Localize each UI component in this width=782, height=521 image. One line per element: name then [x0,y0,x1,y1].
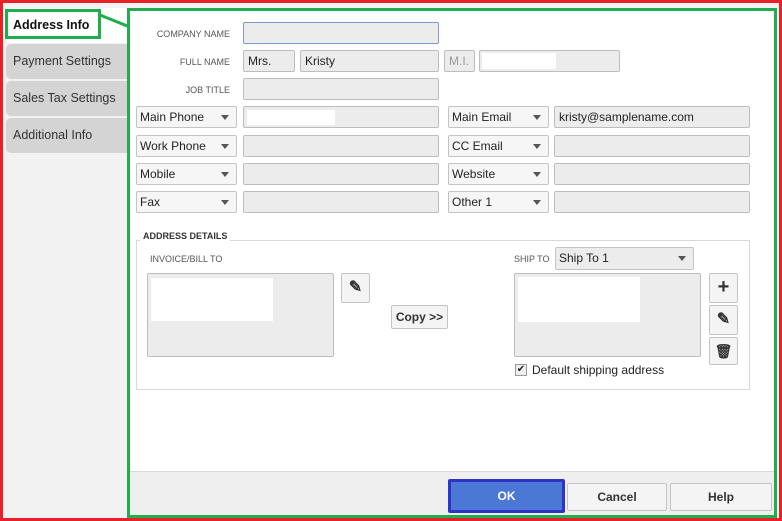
checkmark-icon: ✔ [516,364,526,375]
contact-value-input[interactable] [243,106,439,128]
delete-ship-to-button[interactable]: 🗑 [709,337,738,365]
chevron-down-icon [533,200,541,205]
tab-sales-tax-settings[interactable]: Sales Tax Settings [6,81,127,116]
contact-type-value: Website [452,167,496,181]
chevron-down-icon [221,144,229,149]
chevron-down-icon [533,172,541,177]
contact-type-value: Mobile [140,167,176,181]
add-ship-to-button[interactable]: + [709,273,738,303]
address-details-legend: ADDRESS DETAILS [140,231,231,241]
tab-label: Additional Info [13,128,93,142]
cancel-button[interactable]: Cancel [567,483,667,511]
contact-type-dropdown[interactable]: Main Email [448,106,549,128]
chevron-down-icon [678,256,686,261]
contact-value-input[interactable]: kristy@samplename.com [554,106,750,128]
help-button[interactable]: Help [670,483,772,511]
full-name-label: FULL NAME [179,57,230,67]
job-title-label: JOB TITLE [185,85,230,95]
chevron-down-icon [221,115,229,120]
company-name-input[interactable] [243,22,439,44]
contact-value-input[interactable] [554,191,750,213]
copy-button[interactable]: Copy >> [391,305,448,329]
chevron-down-icon [533,144,541,149]
company-name-label: COMPANY NAME [156,29,230,39]
contact-type-dropdown[interactable]: CC Email [448,135,549,157]
contact-type-value: CC Email [452,139,503,153]
plus-icon: + [717,276,730,298]
tab-additional-info[interactable]: Additional Info [6,118,127,153]
bill-to-label: INVOICE/BILL TO [150,254,223,264]
chevron-down-icon [221,200,229,205]
trash-icon: 🗑 [714,343,733,359]
pencil-icon: ✎ [716,311,731,328]
ship-to-address[interactable] [514,273,701,357]
contact-type-value: Fax [140,195,161,209]
contact-type-dropdown[interactable]: Fax [136,191,237,213]
last-name-input[interactable] [479,50,620,72]
contact-type-dropdown[interactable]: Other 1 [448,191,549,213]
contact-value-input[interactable] [243,191,439,213]
highlight-connector [100,13,130,29]
ship-to-value: Ship To 1 [559,251,609,265]
mi-input[interactable]: M.I. [444,50,475,72]
tab-highlight [5,9,101,39]
contact-type-value: Main Phone [140,110,205,124]
bill-to-address[interactable] [147,273,334,357]
ok-button[interactable]: OK [448,479,565,513]
pencil-icon: ✎ [348,279,363,296]
contact-value-input[interactable] [243,163,439,185]
job-title-input[interactable] [243,78,439,100]
edit-ship-to-button[interactable]: ✎ [709,305,738,335]
tab-label: Payment Settings [13,54,111,68]
contact-type-dropdown[interactable]: Work Phone [136,135,237,157]
tab-label: Sales Tax Settings [13,91,116,105]
contact-value-input[interactable] [243,135,439,157]
contact-type-value: Other 1 [452,195,493,209]
ship-to-label: SHIP TO [514,254,550,264]
tab-payment-settings[interactable]: Payment Settings [6,44,127,79]
default-shipping-label: Default shipping address [532,363,665,377]
contact-type-dropdown[interactable]: Website [448,163,549,185]
ship-to-dropdown[interactable]: Ship To 1 [555,247,694,270]
contact-type-value: Main Email [452,110,512,124]
contact-type-value: Work Phone [140,139,206,153]
contact-value-input[interactable] [554,163,750,185]
title-input[interactable]: Mrs. [243,50,295,72]
chevron-down-icon [221,172,229,177]
first-name-input[interactable]: Kristy [300,50,439,72]
contact-type-dropdown[interactable]: Mobile [136,163,237,185]
contact-value-input[interactable] [554,135,750,157]
default-shipping-checkbox[interactable]: ✔ [515,364,527,376]
chevron-down-icon [533,115,541,120]
contact-type-dropdown[interactable]: Main Phone [136,106,237,128]
edit-bill-to-button[interactable]: ✎ [341,273,370,303]
